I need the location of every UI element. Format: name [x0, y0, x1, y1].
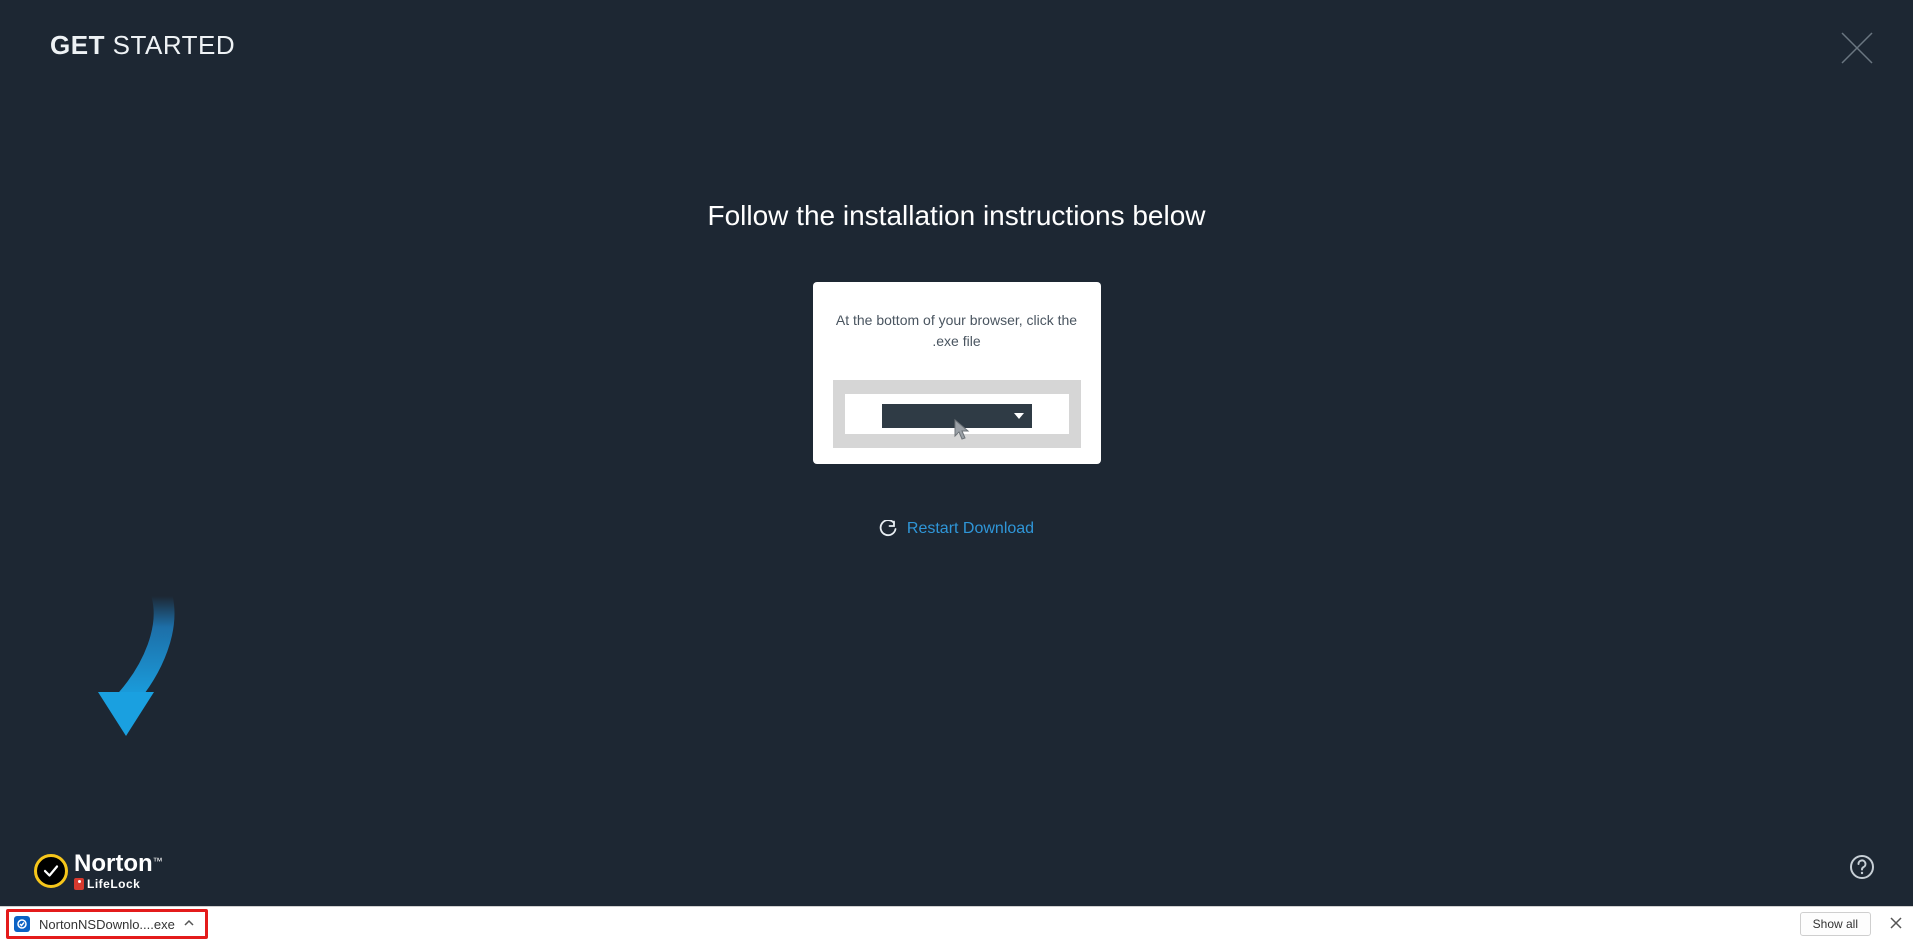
download-item[interactable]: NortonNSDownlo....exe: [6, 909, 208, 939]
download-file-name: NortonNSDownlo....exe: [39, 917, 175, 932]
help-button[interactable]: [1849, 854, 1877, 882]
logo-text: Norton™ LifeLock: [74, 852, 163, 890]
file-icon: [13, 915, 31, 933]
restart-download-label: Restart Download: [907, 520, 1034, 538]
page-title-light: STARTED: [105, 30, 235, 60]
page-title: GET STARTED: [50, 30, 235, 61]
restart-download-link[interactable]: Restart Download: [879, 520, 1034, 538]
download-arrow-icon: [70, 596, 190, 756]
close-icon: [1889, 916, 1903, 930]
download-bar-close[interactable]: [1889, 916, 1903, 933]
download-bar-right: Show all: [1800, 912, 1903, 936]
logo-tm: ™: [153, 857, 163, 868]
instruction-illustration: [833, 380, 1081, 448]
instruction-card: At the bottom of your browser, click the…: [813, 282, 1101, 464]
main-heading: Follow the installation instructions bel…: [0, 200, 1913, 232]
norton-check-icon: [34, 854, 68, 888]
norton-lifelock-logo: Norton™ LifeLock: [34, 852, 163, 890]
logo-subbrand: LifeLock: [87, 878, 140, 890]
refresh-icon: [879, 520, 897, 538]
chevron-up-icon: [183, 917, 195, 932]
show-all-button[interactable]: Show all: [1800, 912, 1871, 936]
app-window: GET STARTED Follow the installation inst…: [0, 0, 1913, 906]
instruction-text: At the bottom of your browser, click the…: [833, 310, 1081, 352]
close-button[interactable]: [1837, 28, 1877, 68]
restart-row: Restart Download: [0, 520, 1913, 543]
lock-icon: [74, 878, 84, 890]
close-icon: [1840, 31, 1874, 65]
help-icon: [1849, 854, 1875, 880]
page-title-bold: GET: [50, 30, 105, 60]
caret-down-icon: [1014, 413, 1024, 419]
logo-brand: Norton: [74, 850, 153, 877]
browser-download-bar: NortonNSDownlo....exe Show all: [0, 906, 1913, 941]
cursor-icon: [953, 418, 973, 442]
